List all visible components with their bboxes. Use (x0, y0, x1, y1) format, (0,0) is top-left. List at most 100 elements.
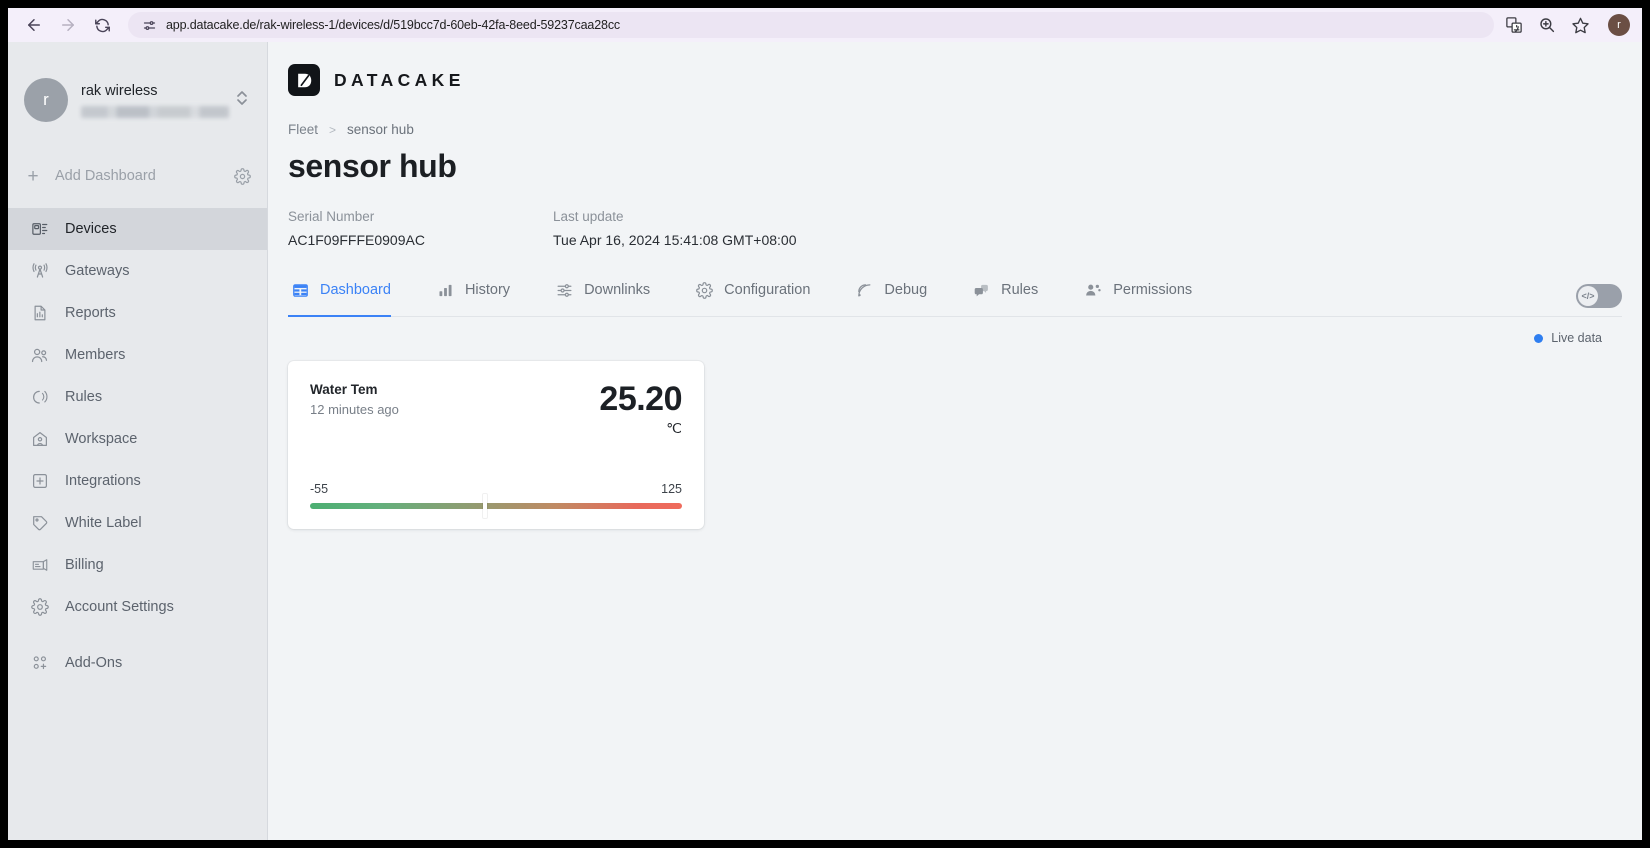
reload-button[interactable] (86, 11, 118, 39)
workspace-name: rak wireless (81, 82, 158, 99)
sidebar-item-rules[interactable]: Rules (8, 376, 267, 418)
datacake-wordmark: DATACAKE (334, 69, 465, 90)
report-icon (30, 304, 49, 323)
integrations-icon (30, 472, 49, 491)
gear-icon (696, 281, 713, 299)
sidebar-item-account-settings[interactable]: Account Settings (8, 586, 267, 628)
sidebar-item-reports[interactable]: Reports (8, 292, 267, 334)
live-data-label: Live data (1551, 331, 1602, 345)
page-title: sensor hub (288, 148, 457, 184)
tab-label: Configuration (724, 282, 811, 298)
sidebar-item-white-label[interactable]: White Label (8, 502, 267, 544)
site-info-icon[interactable] (142, 18, 157, 33)
dashboard-widgets: Water Tem 12 minutes ago 25.20 ℃ -55 125 (288, 345, 1642, 529)
sidebar-item-label: White Label (65, 515, 142, 531)
forward-button[interactable] (52, 11, 84, 39)
sidebar-item-label: Rules (65, 389, 103, 405)
widget-gauge: -55 125 (310, 482, 682, 518)
tab-history[interactable]: History (433, 278, 526, 316)
tab-label: Downlinks (584, 282, 651, 298)
sidebar-item-label: Integrations (65, 473, 141, 489)
breadcrumb: Fleet > sensor hub (288, 122, 1642, 137)
widget-card-water-temp[interactable]: Water Tem 12 minutes ago 25.20 ℃ -55 125 (288, 361, 704, 529)
chat-icon (973, 282, 990, 299)
datacake-mark-icon (288, 64, 320, 96)
main-content: DATACAKE Fleet > sensor hub sensor hub S… (268, 42, 1642, 840)
billing-icon (30, 556, 49, 575)
plus-icon: + (27, 165, 39, 187)
sidebar: r rak wireless + Add Dashboard Devices G… (8, 42, 268, 840)
profile-avatar[interactable]: r (1608, 14, 1630, 36)
sidebar-item-billing[interactable]: Billing (8, 544, 267, 586)
rules-icon (30, 388, 49, 407)
sidebar-item-label: Add-Ons (65, 655, 123, 671)
dashboard-grid-icon (292, 282, 309, 299)
code-view-toggle[interactable]: </> (1576, 284, 1622, 308)
devices-icon (30, 220, 49, 239)
gear-icon (30, 598, 49, 617)
serial-number-value: AC1F09FFFE0909AC (288, 232, 425, 248)
search-icon[interactable] (1537, 15, 1557, 35)
sidebar-item-label: Account Settings (65, 599, 174, 615)
serial-number-label: Serial Number (288, 209, 375, 224)
device-tabs: Dashboard History Downlinks Configuratio… (288, 278, 1622, 317)
code-icon: </> (1578, 286, 1598, 306)
sidebar-nav: Devices Gateways Reports Members Rules W… (8, 208, 267, 684)
tab-permissions[interactable]: Permissions (1080, 278, 1208, 316)
back-button[interactable] (18, 11, 50, 39)
translate-icon[interactable] (1504, 15, 1524, 35)
breadcrumb-root[interactable]: Fleet (288, 122, 318, 137)
last-update-value: Tue Apr 16, 2024 15:41:08 GMT+08:00 (553, 232, 797, 248)
sidebar-item-integrations[interactable]: Integrations (8, 460, 267, 502)
url-text: app.datacake.de/rak-wireless-1/devices/d… (166, 18, 621, 32)
tab-label: Debug (884, 282, 928, 298)
tab-label: History (464, 282, 511, 298)
tab-dashboard[interactable]: Dashboard (288, 278, 407, 317)
gauge-max-label: 125 (661, 482, 682, 496)
sidebar-item-label: Members (65, 347, 126, 363)
workspace-subtitle-redacted (81, 105, 229, 118)
breadcrumb-current[interactable]: sensor hub (347, 122, 414, 137)
browser-actions: r (1504, 14, 1632, 36)
signal-icon (856, 282, 873, 299)
browser-window: app.datacake.de/rak-wireless-1/devices/d… (0, 0, 1650, 848)
gauge-needle (482, 494, 487, 518)
datacake-logo[interactable]: DATACAKE (288, 64, 1642, 96)
tag-icon (30, 514, 49, 533)
tab-label: Dashboard (320, 282, 391, 298)
sidebar-item-devices[interactable]: Devices (8, 208, 267, 250)
widget-unit: ℃ (666, 420, 682, 436)
tab-label: Permissions (1113, 282, 1193, 298)
widget-value: 25.20 (599, 380, 682, 418)
tab-debug[interactable]: Debug (852, 278, 943, 316)
tab-configuration[interactable]: Configuration (692, 278, 826, 316)
chevron-updown-icon[interactable] (235, 88, 251, 113)
sidebar-divider-space (8, 628, 267, 642)
sidebar-item-workspace[interactable]: Workspace (8, 418, 267, 460)
dashboard-settings-gear-icon[interactable] (234, 167, 251, 185)
bar-chart-icon (437, 282, 454, 299)
sidebar-item-members[interactable]: Members (8, 334, 267, 376)
widget-title: Water Tem (310, 382, 378, 397)
tab-label: Rules (1001, 282, 1039, 298)
sidebar-item-label: Reports (65, 305, 116, 321)
tab-rules[interactable]: Rules (969, 278, 1054, 316)
gateway-icon (30, 262, 49, 281)
address-bar[interactable]: app.datacake.de/rak-wireless-1/devices/d… (128, 12, 1494, 38)
bookmark-star-icon[interactable] (1570, 15, 1590, 35)
sidebar-item-gateways[interactable]: Gateways (8, 250, 267, 292)
sliders-icon (556, 282, 573, 299)
sidebar-item-add-ons[interactable]: Add-Ons (8, 642, 267, 684)
add-dashboard-button[interactable]: + Add Dashboard (8, 154, 267, 198)
sidebar-item-label: Devices (65, 221, 117, 237)
last-update-block: Last update Tue Apr 16, 2024 15:41:08 GM… (553, 209, 796, 248)
tab-downlinks[interactable]: Downlinks (552, 278, 666, 316)
addons-icon (30, 654, 49, 673)
live-data-indicator: Live data (288, 317, 1642, 345)
workspace-avatar: r (24, 78, 68, 122)
members-icon (30, 346, 49, 365)
device-meta: Serial Number AC1F09FFFE0909AC Last upda… (288, 209, 1642, 248)
browser-toolbar: app.datacake.de/rak-wireless-1/devices/d… (8, 8, 1642, 42)
add-dashboard-label: Add Dashboard (55, 168, 156, 184)
workspace-switcher[interactable]: r rak wireless (8, 60, 267, 132)
